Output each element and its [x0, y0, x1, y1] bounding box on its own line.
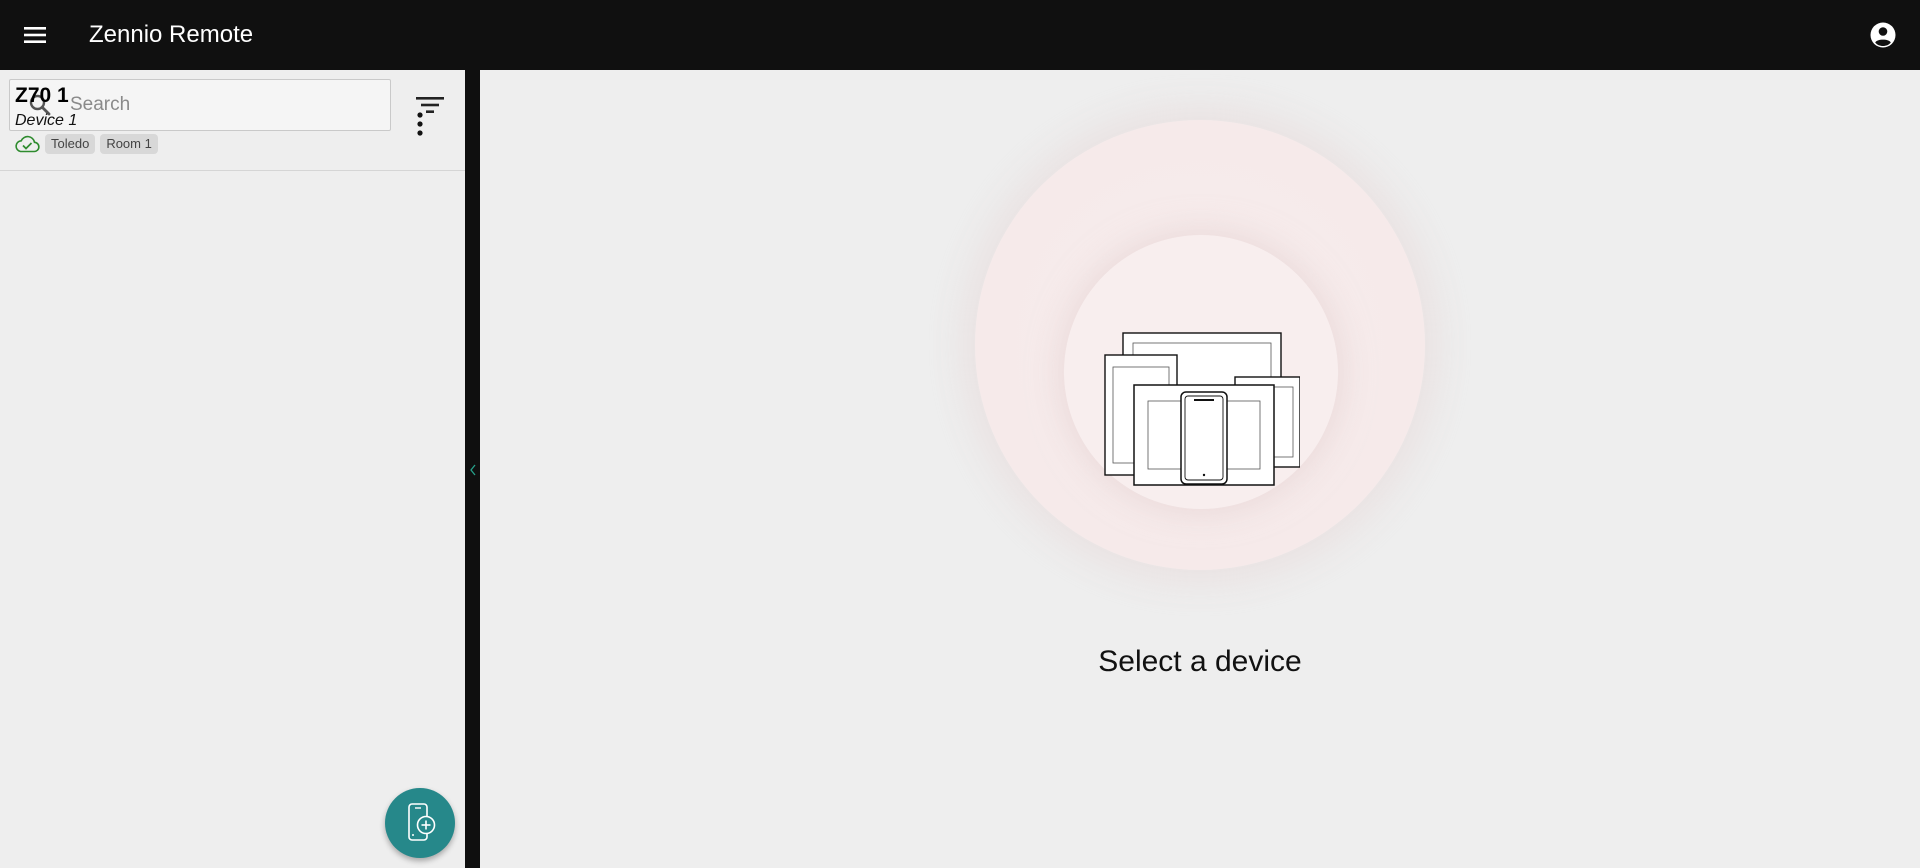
select-device-message: Select a device: [1098, 645, 1302, 678]
hamburger-menu-icon: [24, 27, 46, 43]
device-description: Device 1: [15, 112, 78, 129]
menu-button[interactable]: [18, 18, 52, 52]
devices-illustration-icon: [1104, 332, 1300, 486]
main-content: Select a device: [480, 70, 1920, 868]
chevron-left-icon: [469, 464, 476, 476]
device-name: Z70 1: [15, 84, 69, 107]
top-app-bar: Zennio Remote: [0, 0, 1920, 70]
location-tag: Toledo: [45, 134, 96, 154]
more-vert-icon: [417, 112, 423, 136]
device-tags: Toledo Room 1: [14, 134, 158, 154]
add-device-icon: [408, 803, 436, 841]
account-button[interactable]: [1866, 18, 1900, 52]
device-list-panel: [0, 70, 465, 868]
app-title: Zennio Remote: [89, 21, 254, 48]
collapse-sidebar-button[interactable]: [465, 455, 480, 485]
add-device-button[interactable]: [385, 788, 455, 858]
cloud-check-icon: [15, 135, 40, 153]
account-circle-icon: [1870, 22, 1896, 48]
room-tag: Room 1: [100, 134, 158, 154]
device-more-button[interactable]: [405, 104, 435, 144]
